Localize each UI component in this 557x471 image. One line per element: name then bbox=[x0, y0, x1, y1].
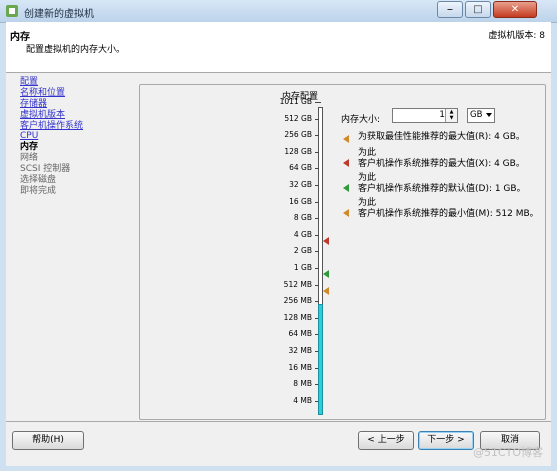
memory-size-label: 内存大小: bbox=[341, 115, 381, 125]
rec-guest-default-text: 客户机操作系统推荐的默认值(D): 1 GB。 bbox=[358, 183, 526, 194]
nav-step-cpu[interactable]: CPU bbox=[20, 131, 130, 142]
memory-config-group: 内存配置 1011 GB 512 GB 256 GB 128 GB 64 GB 32 GB… bbox=[139, 84, 546, 420]
nav-step-memory: 内存 bbox=[20, 142, 39, 153]
rec-guest-max-icon bbox=[343, 159, 349, 167]
memory-scale-label: 64 MB bbox=[288, 329, 312, 339]
rec-guest-min-text: 客户机操作系统推荐的最小值(M): 512 MB。 bbox=[358, 208, 539, 219]
memory-scale-label: 16 GB bbox=[289, 196, 312, 206]
help-button[interactable]: 帮助(H) bbox=[12, 431, 84, 450]
rec-perf-max-text: 为获取最佳性能推荐的最大值(R): 4 GB。 bbox=[358, 132, 525, 142]
rec-guest-max: 为此 客户机操作系统推荐的最大值(X): 4 GB。 bbox=[358, 148, 525, 169]
page-title: 内存 bbox=[10, 32, 30, 43]
memory-scale-label: 256 GB bbox=[284, 130, 312, 140]
rec-guest-max-prefix: 为此 bbox=[358, 148, 377, 158]
default-recommended-marker bbox=[323, 270, 329, 278]
close-button[interactable]: ✕ bbox=[493, 1, 537, 18]
memory-scale-label: 2 GB bbox=[293, 246, 312, 256]
rec-perf-max: 为获取最佳性能推荐的最大值(R): 4 GB。 bbox=[358, 132, 525, 143]
title-bar: 创建新的虚拟机 ⎯ □ ✕ bbox=[0, 0, 557, 23]
memory-scale-label: 4 GB bbox=[293, 229, 312, 239]
memory-scale-label: 4 MB bbox=[293, 395, 312, 405]
memory-scale-label: 8 GB bbox=[293, 213, 312, 223]
memory-scale-label: 1011 GB bbox=[279, 97, 312, 106]
memory-scale-label: 32 GB bbox=[289, 180, 312, 189]
memory-unit-value: GB bbox=[470, 110, 483, 120]
rec-guest-min-icon bbox=[343, 209, 349, 217]
nav-step-vm-version[interactable]: 虚拟机版本 bbox=[20, 110, 130, 121]
nav-step-storage[interactable]: 存储器 bbox=[20, 99, 130, 110]
stepper-buttons[interactable]: ▲ ▼ bbox=[445, 109, 457, 122]
memory-size-stepper[interactable]: 1 ▲ ▼ bbox=[392, 108, 458, 123]
memory-scale-label: 32 MB bbox=[288, 346, 312, 355]
memory-size-value[interactable]: 1 bbox=[393, 109, 445, 122]
memory-scale-label: 128 MB bbox=[283, 312, 312, 322]
memory-scale-label: 1 GB bbox=[293, 263, 312, 272]
vm-version: 虚拟机版本: 8 bbox=[488, 31, 545, 41]
wizard-footer: 帮助(H) < 上一步 下一步 > 取消 @51CTO博客 bbox=[6, 421, 551, 466]
nav-step-scsi: SCSI 控制器 bbox=[20, 164, 71, 175]
memory-scale-tick bbox=[315, 102, 321, 103]
rec-guest-default-icon bbox=[343, 184, 349, 192]
rec-guest-default-prefix: 为此 bbox=[358, 173, 377, 183]
window-title: 创建新的虚拟机 bbox=[24, 9, 94, 20]
nav-step-config[interactable]: 配置 bbox=[20, 77, 130, 88]
nav-step-guest-os[interactable]: 客户机操作系统 bbox=[20, 121, 130, 132]
next-button[interactable]: 下一步 > bbox=[418, 431, 474, 450]
max-recommended-marker bbox=[323, 237, 329, 245]
wizard-header: 内存 配置虚拟机的内存大小。 虚拟机版本: 8 bbox=[6, 22, 551, 73]
memory-scale-label: 8 MB bbox=[293, 379, 312, 389]
memory-unit-select[interactable]: GB bbox=[467, 108, 495, 123]
rec-guest-min: 为此 客户机操作系统推荐的最小值(M): 512 MB。 bbox=[358, 198, 539, 219]
minimize-button[interactable]: ⎯ bbox=[437, 1, 463, 18]
nav-step-finish: 即将完成 bbox=[20, 185, 57, 196]
maximize-button[interactable]: □ bbox=[465, 1, 491, 18]
rec-guest-min-prefix: 为此 bbox=[358, 198, 377, 208]
min-recommended-marker bbox=[323, 287, 329, 295]
page-subtitle: 配置虚拟机的内存大小。 bbox=[26, 45, 126, 55]
rec-guest-default: 为此 客户机操作系统推荐的默认值(D): 1 GB。 bbox=[358, 173, 526, 194]
stepper-down-icon[interactable]: ▼ bbox=[446, 115, 457, 121]
wizard-content: 配置 名称和位置 存储器 虚拟机版本 客户机操作系统 CPU 内存 网络 SCS… bbox=[6, 73, 551, 421]
wizard-steps-nav: 配置 名称和位置 存储器 虚拟机版本 客户机操作系统 CPU 内存 网络 SCS… bbox=[20, 77, 130, 197]
memory-scale-label: 64 GB bbox=[289, 163, 312, 173]
rec-perf-max-icon bbox=[343, 135, 349, 143]
memory-slider-fill bbox=[318, 304, 323, 415]
dropdown-arrow-icon bbox=[486, 113, 492, 117]
rec-guest-max-text: 客户机操作系统推荐的最大值(X): 4 GB。 bbox=[358, 158, 525, 169]
memory-scale-label: 128 GB bbox=[284, 146, 312, 156]
nav-step-name-location[interactable]: 名称和位置 bbox=[20, 88, 130, 99]
nav-step-network: 网络 bbox=[20, 153, 39, 164]
vsphere-logo-icon bbox=[6, 5, 18, 17]
memory-scale-label: 512 GB bbox=[284, 113, 312, 123]
nav-step-disk: 选择磁盘 bbox=[20, 175, 57, 186]
memory-scale-label: 16 MB bbox=[288, 362, 312, 372]
memory-scale-label: 512 MB bbox=[283, 279, 312, 289]
memory-scale-label: 256 MB bbox=[283, 296, 312, 306]
watermark: @51CTO博客 bbox=[472, 446, 543, 459]
back-button[interactable]: < 上一步 bbox=[358, 431, 414, 450]
